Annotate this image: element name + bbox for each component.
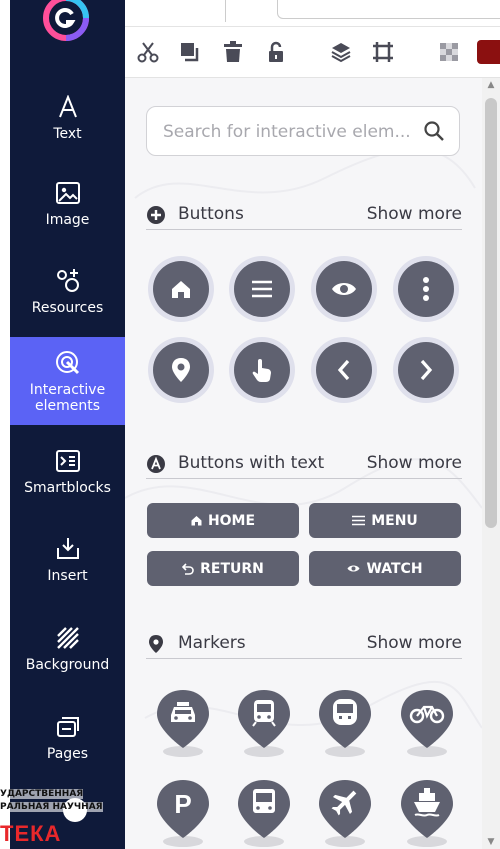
insert-icon [53,534,83,564]
unlock-icon[interactable] [262,38,290,66]
bus-marker[interactable] [234,778,294,849]
location-button[interactable] [148,337,214,403]
sidebar-item-insert[interactable]: Insert [10,526,125,592]
search-box [146,106,460,156]
taxi-marker[interactable] [153,688,213,760]
pages-icon [53,712,83,742]
sidebar-item-label: Interactive elements [29,382,106,414]
section-header-buttons: Buttons Show more [146,201,462,230]
transparency-icon[interactable] [435,38,463,66]
menu-icon [352,515,366,526]
search-input[interactable] [161,119,415,145]
touch-button[interactable] [229,337,295,403]
scissors-icon[interactable] [134,38,162,66]
airplane-marker[interactable] [315,778,375,849]
home-button[interactable] [148,256,214,322]
parking-marker[interactable]: P [153,778,213,849]
button-label: WATCH [366,560,423,577]
duplicate-icon[interactable] [175,38,203,66]
previous-button[interactable] [311,337,377,403]
touch-icon [252,359,271,382]
watch-text-button[interactable]: WATCH [309,551,461,586]
menu-text-button[interactable]: MENU [309,503,461,538]
sidebar-item-interactive-elements[interactable]: Interactive elements [10,337,125,425]
sidebar-item-pages[interactable]: Pages [10,704,125,770]
sidebar: Text Image Resources Interactive element… [10,0,125,849]
home-icon [191,516,202,526]
scrollbar[interactable]: ▲ ▼ [482,78,500,849]
divider [225,0,226,22]
resources-icon [53,266,83,296]
location-pin-icon [149,635,163,653]
image-icon [53,178,83,208]
section-title: Markers [178,633,246,653]
eye-button[interactable] [311,256,377,322]
sidebar-item-background[interactable]: Background [10,615,125,681]
sidebar-item-label: Insert [47,568,88,584]
section-title: Buttons [178,204,244,224]
color-swatch[interactable] [477,38,500,66]
trash-icon[interactable] [219,38,247,66]
scroll-up-arrow[interactable]: ▲ [482,78,500,92]
text-icon [53,92,83,122]
section-header-buttons-with-text: Buttons with text Show more [146,450,462,479]
parking-icon: P [174,789,191,819]
eye-icon [347,565,360,572]
top-strip [125,0,500,27]
svg-text:P: P [174,789,191,819]
button-label: MENU [371,512,418,529]
show-more-buttons[interactable]: Show more [367,204,462,224]
frame-icon[interactable] [369,38,397,66]
search-icon[interactable] [423,120,445,142]
help-icon[interactable] [63,798,87,822]
ship-marker[interactable] [397,778,457,849]
bus-icon [253,789,275,813]
smartblocks-icon [53,446,83,476]
show-more-markers[interactable]: Show more [367,633,462,653]
return-text-button[interactable]: RETURN [147,551,299,586]
sidebar-item-label: Resources [31,300,104,316]
section-header-markers: Markers Show more [146,630,462,659]
return-icon [182,562,194,575]
sidebar-item-smartblocks[interactable]: Smartblocks [10,438,125,504]
show-more-buttons-with-text[interactable]: Show more [367,453,462,473]
train-marker[interactable] [234,688,294,760]
interactive-icon [53,348,83,378]
plus-circle-icon [147,206,165,224]
button-label: RETURN [200,560,264,577]
location-pin-icon [172,358,190,382]
scroll-down-arrow[interactable]: ▼ [482,835,500,849]
top-field[interactable] [277,0,500,19]
sidebar-item-text[interactable]: Text [10,84,125,150]
sidebar-item-label: Pages [46,746,89,762]
home-text-button[interactable]: HOME [147,503,299,538]
more-vertical-icon [423,277,429,301]
button-label: HOME [207,512,256,529]
sidebar-item-label: Background [25,657,110,673]
sidebar-item-label: Smartblocks [24,480,111,496]
app-logo [43,0,89,41]
scrollbar-thumb[interactable] [485,98,497,528]
sidebar-item-label: Image [45,212,90,228]
eye-icon [332,283,356,295]
menu-button[interactable] [229,256,295,322]
menu-icon [252,280,272,298]
layers-icon[interactable] [327,38,355,66]
home-icon [172,281,190,298]
elements-panel: Buttons Show more Buttons with text Show… [125,78,482,849]
next-button[interactable] [393,337,459,403]
tram-icon [333,699,357,725]
chevron-left-icon [337,359,350,381]
background-icon [53,623,83,653]
toolbar [125,27,500,78]
more-button[interactable] [393,256,459,322]
bicycle-marker[interactable] [397,688,457,760]
sidebar-item-resources[interactable]: Resources [10,258,125,324]
letter-a-circle-icon [147,455,165,473]
chevron-right-icon [420,359,433,381]
sidebar-item-image[interactable]: Image [10,170,125,236]
section-title: Buttons with text [178,453,325,473]
tram-marker[interactable] [315,688,375,760]
sidebar-item-label: Text [53,126,82,142]
